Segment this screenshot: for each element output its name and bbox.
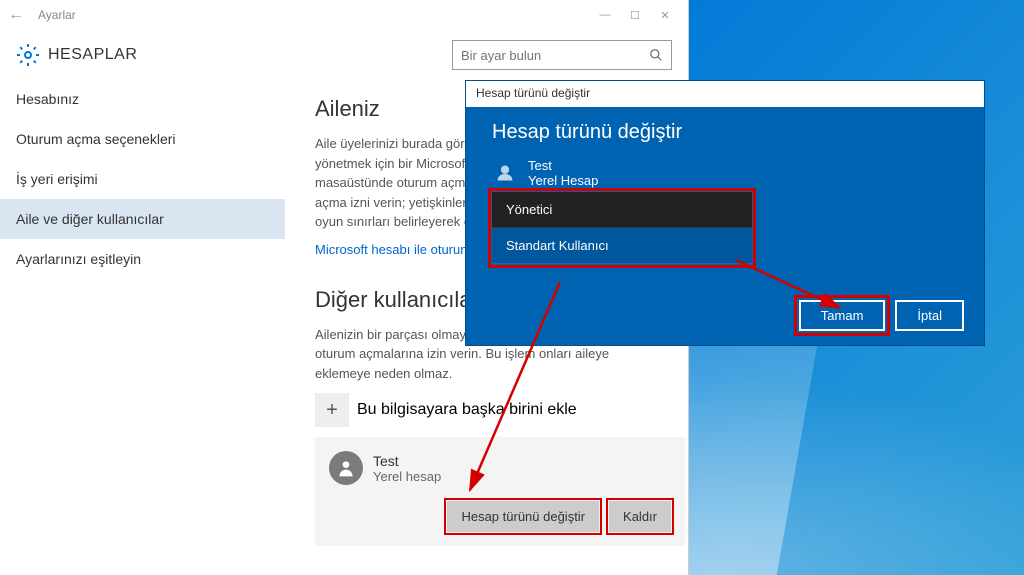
dialog-user-type: Yerel Hesap (528, 173, 598, 188)
dialog-titlebar: Hesap türünü değiştir (466, 81, 984, 107)
ok-button[interactable]: Tamam (799, 300, 886, 331)
search-box[interactable] (452, 40, 672, 70)
dialog-avatar-icon (492, 160, 518, 186)
dialog-user-name: Test (528, 158, 598, 173)
dropdown-option-admin[interactable]: Yönetici (492, 192, 752, 228)
maximize-button[interactable]: ☐ (620, 0, 650, 30)
gear-icon (16, 43, 40, 67)
dropdown-option-standard[interactable]: Standart Kullanıcı (492, 228, 752, 264)
minimize-button[interactable]: — (590, 0, 620, 30)
user-type: Yerel hesap (373, 469, 441, 484)
sidebar-item-signin[interactable]: Oturum açma seçenekleri (0, 119, 285, 159)
sidebar-item-account[interactable]: Hesabınız (0, 79, 285, 119)
sidebar-item-work[interactable]: İş yeri erişimi (0, 159, 285, 199)
back-button[interactable]: ← (8, 6, 28, 24)
dialog-user-row: Test Yerel Hesap (492, 158, 958, 188)
change-account-type-button[interactable]: Hesap türünü değiştir (447, 501, 599, 532)
add-user-row[interactable]: + Bu bilgisayara başka birini ekle (315, 393, 688, 427)
remove-user-button[interactable]: Kaldır (609, 501, 671, 532)
search-input[interactable] (461, 48, 649, 63)
change-account-type-dialog: Hesap türünü değiştir Hesap türünü değiş… (465, 80, 985, 346)
window-titlebar: ← Ayarlar — ☐ ✕ (0, 0, 688, 30)
close-button[interactable]: ✕ (650, 0, 680, 30)
page-title: HESAPLAR (48, 46, 137, 64)
sidebar: Hesabınız Oturum açma seçenekleri İş yer… (0, 78, 285, 575)
avatar-icon (329, 451, 363, 485)
search-icon (649, 48, 663, 62)
plus-icon: + (315, 393, 349, 427)
account-type-dropdown[interactable]: Yönetici Standart Kullanıcı (492, 192, 752, 264)
dialog-heading: Hesap türünü değiştir (492, 121, 958, 144)
user-name: Test (373, 453, 441, 469)
cancel-button[interactable]: İptal (895, 300, 964, 331)
sidebar-item-sync[interactable]: Ayarlarınızı eşitleyin (0, 239, 285, 279)
window-title: Ayarlar (38, 8, 76, 22)
user-block[interactable]: Test Yerel hesap Hesap türünü değiştir K… (315, 437, 685, 546)
sidebar-item-family[interactable]: Aile ve diğer kullanıcılar (0, 199, 285, 239)
header-row: HESAPLAR (0, 30, 688, 78)
add-user-label: Bu bilgisayara başka birini ekle (357, 401, 577, 419)
